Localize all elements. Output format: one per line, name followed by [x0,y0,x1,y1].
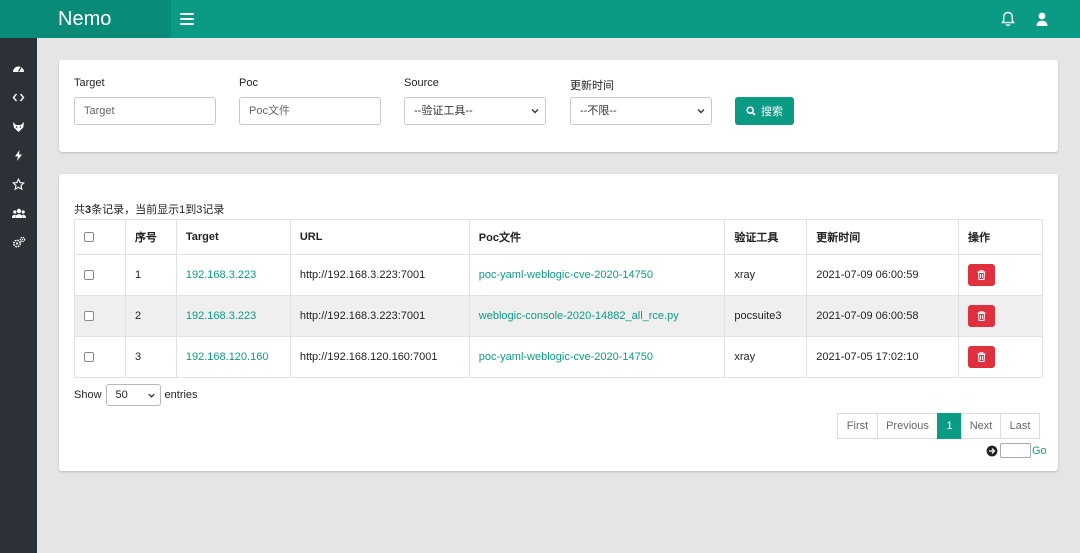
sidebar [0,38,37,553]
row-checkbox[interactable] [84,311,94,322]
time-label: 更新时间 [570,80,614,92]
select-all-header [74,219,126,255]
sidebar-item-code[interactable] [0,83,37,111]
search-panel: Target Poc Source --验证工具-- 更新时间 --不限-- 搜… [59,60,1058,152]
users-icon [11,208,26,218]
page-next-button[interactable]: Next [961,413,1001,439]
row-tool: xray [724,336,808,378]
delete-button[interactable] [968,305,996,327]
row-time: 2021-07-09 06:00:58 [806,295,960,337]
page-length-select[interactable]: 50 [105,384,161,406]
col-header-tool[interactable]: 验证工具 [724,219,808,255]
page-current-button[interactable]: 1 [937,413,962,439]
bolt-icon [15,149,22,161]
row-checkbox[interactable] [84,352,94,363]
trash-icon [977,270,986,280]
hamburger-icon[interactable] [180,11,198,27]
row-index: 3 [124,336,177,378]
star-icon [12,177,25,190]
row-time: 2021-07-09 06:00:59 [806,254,960,296]
col-header-poc[interactable]: Poc文件 [468,219,726,255]
results-panel: 共3条记录，当前显示1到3记录 序号 Target URL Poc文件 验证工具… [59,174,1058,471]
page-previous-button[interactable]: Previous [877,413,938,439]
go-button[interactable]: Go [1032,445,1047,457]
summary-prefix: 共 [74,204,85,216]
dashboard-icon [13,66,24,72]
search-icon [746,106,756,116]
col-header-url[interactable]: URL [289,219,470,255]
page-jump: Go [986,443,1047,458]
chevron-down-icon [697,109,705,114]
page-jump-input[interactable] [1000,443,1031,458]
page-length-control: Show 50 entries [74,384,198,406]
show-label: Show [74,389,102,401]
row-url: http://192.168.3.223:7001 [289,295,470,337]
delete-button[interactable] [968,346,996,368]
gears-icon [12,236,25,248]
table-row: 3 192.168.120.160 http://192.168.120.160… [74,336,1043,378]
col-header-index[interactable]: 序号 [124,219,177,255]
time-select[interactable]: --不限-- [570,97,712,125]
target-input[interactable] [74,97,216,125]
chevron-down-icon [147,393,155,398]
source-select[interactable]: --验证工具-- [404,97,546,125]
arrow-circle-right-icon [986,445,998,456]
poc-link[interactable]: weblogic-console-2020-14882_all_rce.py [479,310,679,322]
sidebar-item-users[interactable] [0,199,37,227]
poc-link[interactable]: poc-yaml-weblogic-cve-2020-14750 [479,269,653,281]
page-last-button[interactable]: Last [1000,413,1040,439]
poc-input[interactable] [239,97,381,125]
target-link[interactable]: 192.168.3.223 [186,269,256,281]
row-index: 1 [124,254,177,296]
col-header-actions: 操作 [958,219,1043,255]
records-summary: 共3条记录，当前显示1到3记录 [74,201,224,217]
table-row: 1 192.168.3.223 http://192.168.3.223:700… [74,254,1043,296]
target-link[interactable]: 192.168.120.160 [186,351,269,363]
poc-link[interactable]: poc-yaml-weblogic-cve-2020-14750 [479,351,653,363]
row-time: 2021-07-05 17:02:10 [806,336,960,378]
trash-icon [977,311,986,321]
row-tool: pocsuite3 [724,295,808,337]
sidebar-item-bolt[interactable] [0,141,37,169]
source-label: Source [404,77,439,89]
source-select-value: --验证工具-- [414,105,473,117]
poc-label: Poc [239,77,258,89]
brand-logo[interactable]: Nemo [0,0,171,38]
row-checkbox[interactable] [84,270,94,281]
row-url: http://192.168.3.223:7001 [289,254,470,296]
search-button-label: 搜索 [761,106,783,118]
fox-icon [13,121,24,132]
table-header-row: 序号 Target URL Poc文件 验证工具 更新时间 操作 [74,219,1043,255]
sidebar-item-dashboard[interactable] [0,54,37,82]
bell-icon[interactable] [999,10,1017,28]
search-button[interactable]: 搜索 [735,97,794,125]
results-table: 序号 Target URL Poc文件 验证工具 更新时间 操作 1 192.1… [74,219,1043,378]
col-header-target[interactable]: Target [175,219,291,255]
select-all-checkbox[interactable] [84,232,94,243]
sidebar-item-settings[interactable] [0,228,37,256]
col-header-time[interactable]: 更新时间 [806,219,960,255]
trash-icon [977,352,986,362]
target-label: Target [74,77,105,89]
user-icon[interactable] [1033,10,1051,28]
entries-label: entries [164,389,198,401]
page-length-value: 50 [115,389,128,401]
sidebar-item-fox[interactable] [0,112,37,140]
pagination: First Previous 1 Next Last [837,413,1040,439]
code-icon [12,93,25,101]
time-select-value: --不限-- [580,105,617,117]
sidebar-item-star[interactable] [0,170,37,198]
summary-suffix: 条记录，当前显示1到3记录 [91,204,225,216]
target-link[interactable]: 192.168.3.223 [186,310,256,322]
chevron-down-icon [531,109,539,114]
row-url: http://192.168.120.160:7001 [289,336,470,378]
table-row: 2 192.168.3.223 http://192.168.3.223:700… [74,295,1043,337]
delete-button[interactable] [968,264,996,286]
top-navbar: Nemo [0,0,1080,38]
row-tool: xray [724,254,808,296]
page-first-button[interactable]: First [837,413,878,439]
row-index: 2 [124,295,177,337]
